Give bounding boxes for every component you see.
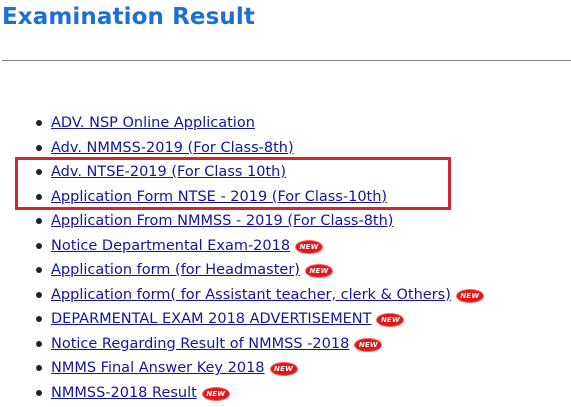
bullet-icon xyxy=(36,242,42,249)
new-badge-icon: NEW xyxy=(305,265,332,277)
highlight-annotation-box xyxy=(15,157,451,210)
list-item: DEPARMENTAL EXAM 2018 ADVERTISEMENT NEW xyxy=(0,308,483,333)
new-badge-icon: NEW xyxy=(296,240,323,253)
list-item: ADV. NSP Online Application xyxy=(0,112,483,137)
link-application-form-assistant-teacher[interactable]: Application form( for Assistant teacher,… xyxy=(51,287,451,303)
list-item: NMMS Final Answer Key 2018 NEW xyxy=(0,357,483,382)
bullet-icon xyxy=(36,267,42,273)
bullet-icon xyxy=(36,120,42,126)
new-badge-icon: NEW xyxy=(377,314,404,326)
link-nmmss-2018-result[interactable]: NMMSS-2018 Result xyxy=(51,385,197,401)
bullet-icon xyxy=(36,389,42,396)
list-item: Application form( for Assistant teacher,… xyxy=(0,284,483,309)
link-nsp-online-application[interactable]: ADV. NSP Online Application xyxy=(51,115,255,131)
link-application-form-headmaster[interactable]: Application form (for Headmaster) xyxy=(51,262,300,278)
link-adv-nmmss-2019[interactable]: Adv. NMMSS-2019 (For Class-8th) xyxy=(51,140,294,156)
link-notice-departmental-exam-2018[interactable]: Notice Departmental Exam-2018 xyxy=(51,238,290,254)
link-nmms-final-answer-key-2018[interactable]: NMMS Final Answer Key 2018 xyxy=(51,360,265,376)
link-notice-result-nmmss-2018[interactable]: Notice Regarding Result of NMMSS -2018 xyxy=(51,336,349,352)
divider xyxy=(2,60,571,61)
list-item: Notice Regarding Result of NMMSS -2018 NE… xyxy=(0,333,483,358)
link-departmental-exam-2018-advertisement[interactable]: DEPARMENTAL EXAM 2018 ADVERTISEMENT xyxy=(51,311,371,327)
list-item: Application From NMMSS - 2019 (For Class… xyxy=(0,210,483,235)
link-application-from-nmmss-2019[interactable]: Application From NMMSS - 2019 (For Class… xyxy=(51,213,393,229)
page-title: Examination Result xyxy=(2,4,255,30)
list-item: NMMSS-2018 Result NEW xyxy=(0,382,483,407)
new-badge-icon: NEW xyxy=(355,338,382,351)
bullet-icon xyxy=(36,316,42,322)
bullet-icon xyxy=(36,218,42,224)
bullet-icon xyxy=(36,340,42,347)
list-item: Notice Departmental Exam-2018 NEW xyxy=(0,235,483,260)
bullet-icon xyxy=(36,291,42,298)
bullet-icon xyxy=(36,365,42,371)
new-badge-icon: NEW xyxy=(456,289,483,302)
list-item: Application form (for Headmaster) NEW xyxy=(0,259,483,284)
bullet-icon xyxy=(36,144,42,151)
new-badge-icon: NEW xyxy=(202,387,229,400)
new-badge-icon: NEW xyxy=(270,363,297,375)
